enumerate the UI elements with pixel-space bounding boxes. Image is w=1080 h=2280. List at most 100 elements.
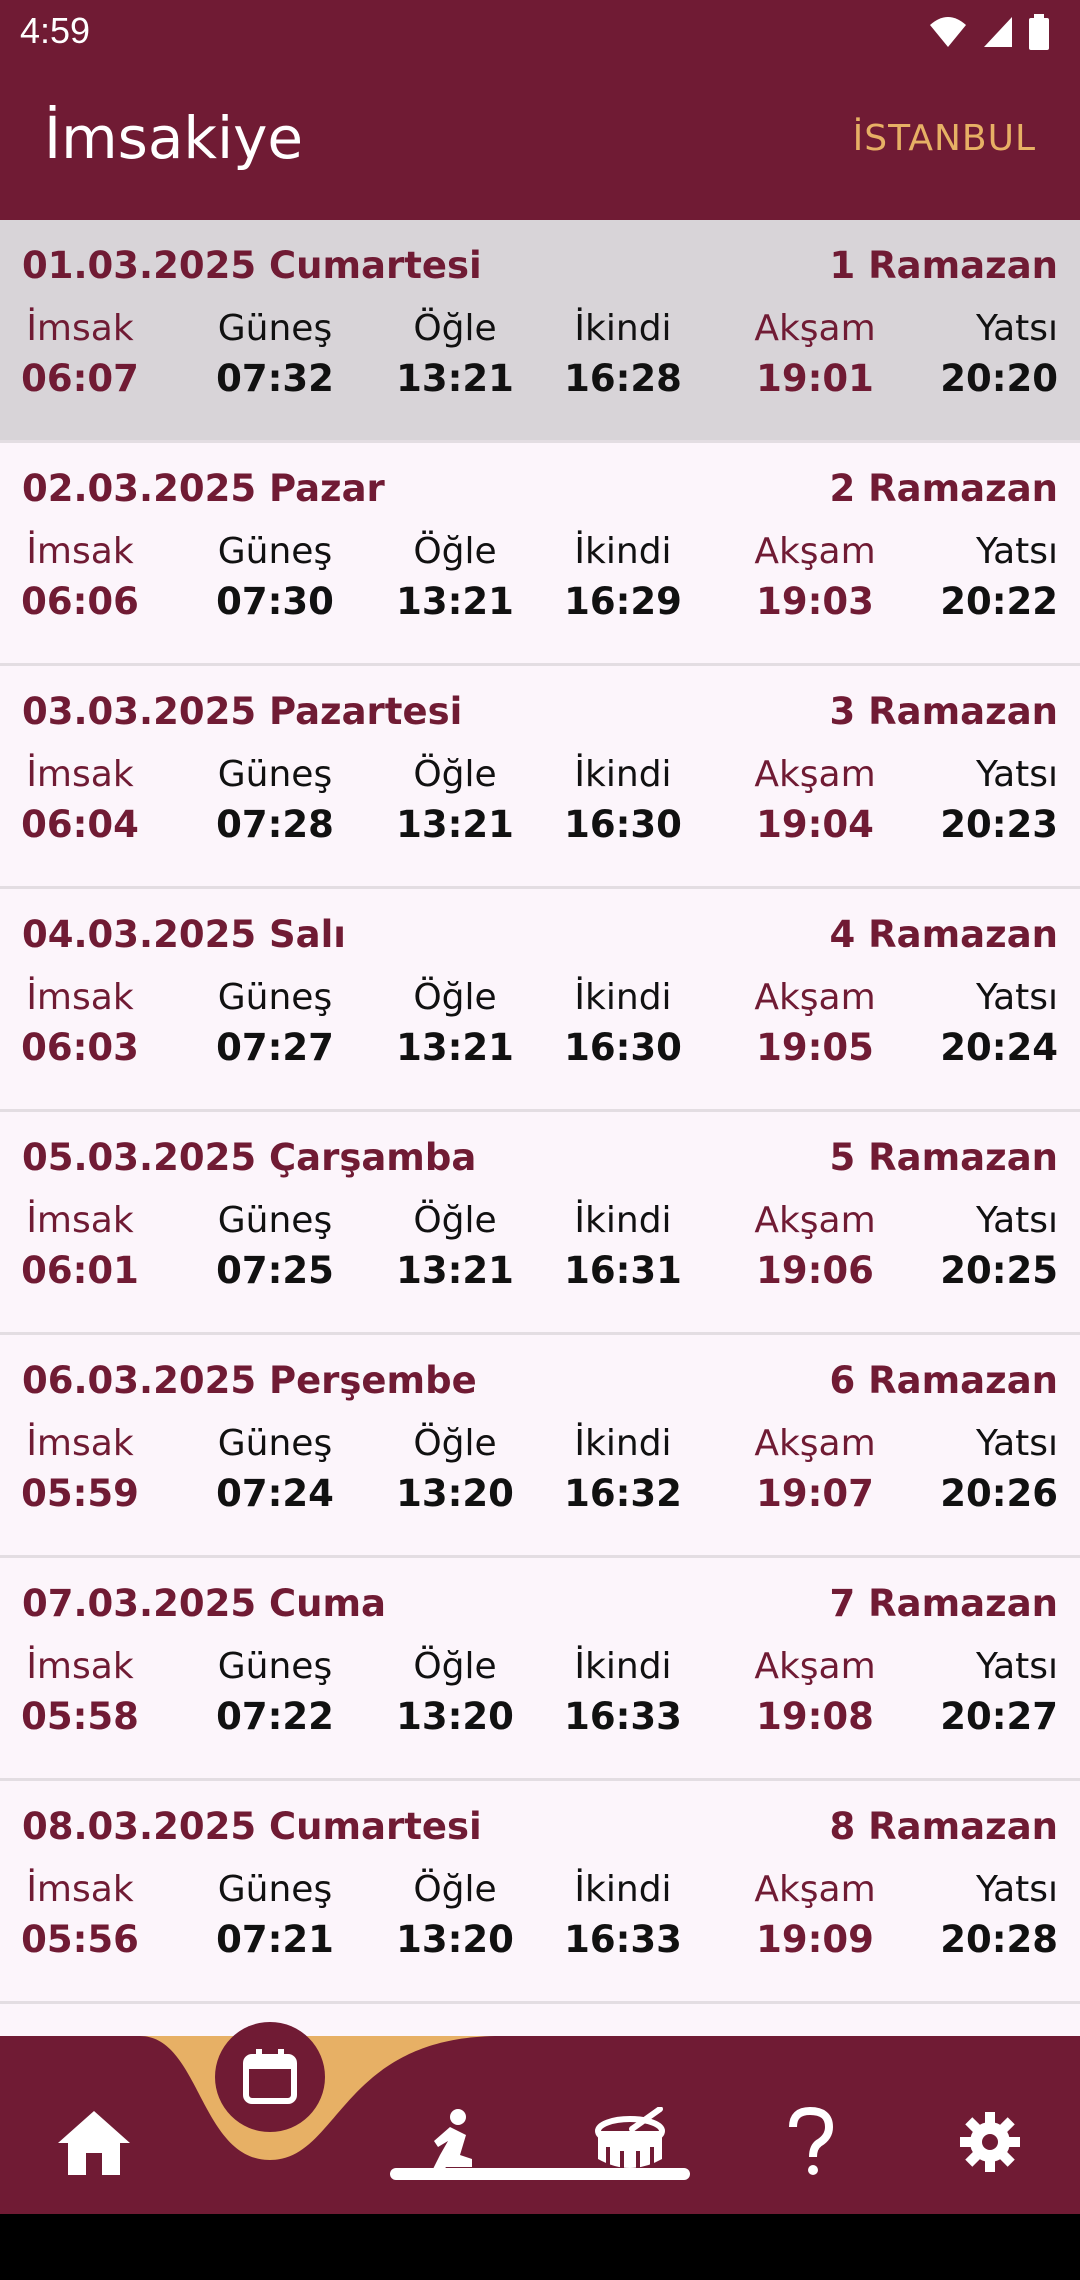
time-cell: Yatsı 20:20 (888, 308, 1058, 400)
time-value: 19:06 (756, 1249, 874, 1292)
time-label: İmsak (26, 1423, 134, 1464)
time-label: Yatsı (976, 1423, 1058, 1464)
nav-home-button[interactable] (54, 2102, 134, 2182)
time-label: İkindi (574, 1869, 672, 1910)
time-label: Yatsı (976, 1646, 1058, 1687)
time-label: Güneş (217, 1646, 333, 1687)
time-value: 20:27 (940, 1695, 1058, 1738)
time-value: 19:08 (756, 1695, 874, 1738)
time-cell: İkindi 16:29 (538, 531, 708, 623)
time-value: 16:29 (564, 580, 682, 623)
hijri-date: 8 Ramazan (829, 1805, 1058, 1848)
time-cell: Akşam 19:07 (730, 1423, 900, 1515)
time-label: İmsak (26, 308, 134, 349)
day-row[interactable]: 05.03.2025 Çarşamba 5 Ramazan İmsak 06:01 Gü… (0, 1112, 1080, 1335)
time-label: Yatsı (976, 754, 1058, 795)
time-value: 13:20 (396, 1918, 514, 1961)
header: 4:59 İmsakiye İSTANBUL (0, 0, 1080, 220)
time-cell: Akşam 19:03 (730, 531, 900, 623)
day-date: 03.03.2025 Pazartesi (22, 690, 463, 733)
day-row[interactable]: 06.03.2025 Perşembe 6 Ramazan İmsak 05:59 Gü… (0, 1335, 1080, 1558)
time-label: Güneş (217, 1423, 333, 1464)
time-label: İkindi (574, 1646, 672, 1687)
time-label: Akşam (754, 1200, 876, 1241)
time-cell: İmsak 06:06 (0, 531, 165, 623)
time-value: 19:01 (756, 357, 874, 400)
prayer-times-list[interactable]: 01.03.2025 Cumartesi 1 Ramazan İmsak 06:07 G… (0, 220, 1080, 2004)
time-value: 20:20 (940, 357, 1058, 400)
city-select-button[interactable]: İSTANBUL (853, 118, 1036, 159)
home-icon (58, 2111, 130, 2175)
time-cell: Öğle 13:21 (370, 1200, 540, 1292)
time-cell: Yatsı 20:24 (888, 977, 1058, 1069)
day-row[interactable]: 02.03.2025 Pazar 2 Ramazan İmsak 06:06 Güneş… (0, 443, 1080, 666)
nav-help-button[interactable] (770, 2102, 850, 2182)
time-cell: İkindi 16:32 (538, 1423, 708, 1515)
time-value: 13:21 (396, 580, 514, 623)
help-icon (789, 2107, 834, 2175)
time-cell: Güneş 07:30 (190, 531, 360, 623)
hijri-date: 6 Ramazan (829, 1359, 1058, 1402)
time-value: 16:28 (564, 357, 682, 400)
time-label: Öğle (413, 1200, 497, 1241)
time-label: Güneş (217, 1200, 333, 1241)
drum-icon (595, 2107, 665, 2169)
time-label: İkindi (574, 754, 672, 795)
time-label: Akşam (754, 1869, 876, 1910)
time-cell: Akşam 19:08 (730, 1646, 900, 1738)
time-value: 07:30 (216, 580, 334, 623)
day-row[interactable]: 07.03.2025 Cuma 7 Ramazan İmsak 05:58 Güneş 0… (0, 1558, 1080, 1781)
time-cell: İkindi 16:31 (538, 1200, 708, 1292)
day-row[interactable]: 04.03.2025 Salı 4 Ramazan İmsak 06:03 Güneş 0… (0, 889, 1080, 1112)
time-label: İmsak (26, 1869, 134, 1910)
day-row[interactable]: 03.03.2025 Pazartesi 3 Ramazan İmsak 06:04 G… (0, 666, 1080, 889)
time-cell: Güneş 07:24 (190, 1423, 360, 1515)
status-icons (928, 14, 1050, 50)
time-cell: Öğle 13:20 (370, 1869, 540, 1961)
time-cell: Akşam 19:06 (730, 1200, 900, 1292)
nav-calendar-button[interactable] (215, 2022, 325, 2132)
time-cell: Yatsı 20:22 (888, 531, 1058, 623)
home-gesture-bar[interactable] (390, 2168, 690, 2180)
time-cell: Güneş 07:28 (190, 754, 360, 846)
time-value: 06:06 (21, 580, 139, 623)
time-label: Öğle (413, 1646, 497, 1687)
settings-icon (960, 2112, 1020, 2172)
day-row[interactable]: 01.03.2025 Cumartesi 1 Ramazan İmsak 06:07 G… (0, 220, 1080, 443)
time-value: 19:09 (756, 1918, 874, 1961)
time-cell: Güneş 07:21 (190, 1869, 360, 1961)
nav-active-shape (140, 2036, 500, 2160)
time-value: 13:21 (396, 1249, 514, 1292)
time-label: Akşam (754, 754, 876, 795)
time-label: İkindi (574, 1423, 672, 1464)
time-label: İkindi (574, 1200, 672, 1241)
day-row[interactable]: 08.03.2025 Cumartesi 8 Ramazan İmsak 05:56 G… (0, 1781, 1080, 2004)
time-value: 13:20 (396, 1695, 514, 1738)
time-value: 07:28 (216, 803, 334, 846)
calendar-icon (243, 2049, 297, 2104)
time-value: 20:22 (940, 580, 1058, 623)
time-label: Öğle (413, 308, 497, 349)
time-value: 20:25 (940, 1249, 1058, 1292)
time-cell: Güneş 07:22 (190, 1646, 360, 1738)
time-cell: Akşam 19:01 (730, 308, 900, 400)
nav-settings-button[interactable] (950, 2102, 1030, 2182)
time-cell: İkindi 16:28 (538, 308, 708, 400)
time-value: 13:21 (396, 803, 514, 846)
time-cell: İkindi 16:30 (538, 977, 708, 1069)
time-value: 07:32 (216, 357, 334, 400)
time-value: 05:58 (21, 1695, 139, 1738)
time-value: 16:30 (564, 1026, 682, 1069)
time-value: 06:04 (21, 803, 139, 846)
time-label: Öğle (413, 1423, 497, 1464)
time-label: Öğle (413, 1869, 497, 1910)
time-value: 06:01 (21, 1249, 139, 1292)
time-label: İmsak (26, 754, 134, 795)
time-value: 07:27 (216, 1026, 334, 1069)
prayer-icon (430, 2109, 472, 2175)
time-label: Akşam (754, 977, 876, 1018)
day-date: 01.03.2025 Cumartesi (22, 244, 482, 287)
battery-icon (1029, 14, 1049, 50)
time-cell: İmsak 06:07 (0, 308, 165, 400)
time-value: 19:07 (756, 1472, 874, 1515)
